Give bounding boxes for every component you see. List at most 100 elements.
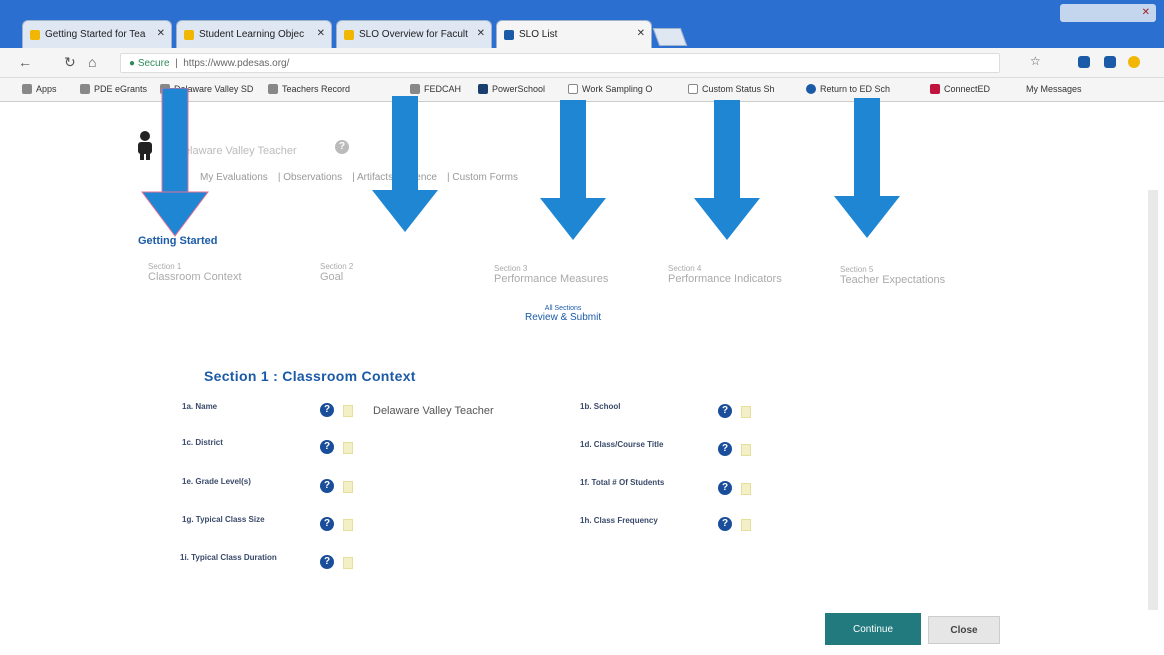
down-arrow-icon [694,100,760,240]
bookmark[interactable]: My Messages [1012,84,1082,94]
help-icon[interactable]: ? [718,481,732,495]
help-icon[interactable]: ? [320,479,334,493]
bookmark[interactable]: FEDCAH [410,84,461,94]
step-number: Section 3 [494,264,528,273]
bookmark-apps[interactable]: Apps [22,84,57,94]
browser-tab[interactable]: Getting Started for Tea ✕ [22,20,172,48]
help-icon[interactable]: ? [320,517,334,531]
bookmark-label: ConnectED [944,84,991,94]
field-value-name: Delaware Valley Teacher [373,405,494,417]
bookmark-label: Custom Status Sh [702,84,775,94]
url-field[interactable]: ● Secure | https://www.pdesas.org/ [120,53,1000,73]
subnav-item[interactable]: Observations [283,172,342,183]
edit-icon[interactable] [741,406,751,418]
step-section-2[interactable]: Section 2 Goal [320,262,353,283]
new-tab-button[interactable] [652,28,688,46]
help-icon[interactable]: ? [718,404,732,418]
bookmark-icon [268,84,278,94]
review-submit-link[interactable]: All Sections Review & Submit [525,305,601,323]
extension-icon[interactable] [1104,56,1116,68]
review-label: Review & Submit [525,312,602,323]
tab-close-icon[interactable]: ✕ [477,28,485,39]
step-section-3[interactable]: Section 3 Performance Measures [494,264,608,285]
field-label-total-students: 1f. Total # Of Students [580,478,665,487]
step-section-4[interactable]: Section 4 Performance Indicators [668,264,782,285]
tab-favicon-icon [504,30,514,40]
close-button[interactable]: Close [928,616,1000,644]
step-number: Section 2 [320,262,354,271]
bookmark[interactable]: Teachers Record [268,84,350,94]
edit-icon[interactable] [343,481,353,493]
bookmark-icon [80,84,90,94]
bookmark-icon [930,84,940,94]
bookmark[interactable]: ConnectED [930,84,990,94]
field-label-grade-levels: 1e. Grade Level(s) [182,477,251,486]
continue-button[interactable]: Continue [825,613,921,645]
browser-tab-active[interactable]: SLO List ✕ [496,20,652,48]
tab-close-icon[interactable]: ✕ [637,28,645,39]
apps-icon [22,84,32,94]
bookmark-icon [806,84,816,94]
bookmark-label: FEDCAH [424,84,462,94]
home-icon[interactable]: ⌂ [88,54,96,70]
tab-favicon-icon [344,30,354,40]
help-icon[interactable]: ? [718,442,732,456]
browser-titlebar: Getting Started for Tea ✕ Student Learni… [0,0,1164,48]
down-arrow-icon [141,88,209,237]
edit-icon[interactable] [343,442,353,454]
step-section-1[interactable]: Section 1 Classroom Context [148,262,242,283]
bookmark[interactable]: PDE eGrants [80,84,147,94]
step-number: Section 4 [668,264,702,273]
down-arrow-icon [834,98,900,238]
profile-icon[interactable] [1128,56,1140,68]
window-controls[interactable]: ✕ [1060,4,1156,22]
close-window-icon[interactable]: ✕ [1142,7,1150,18]
step-title: Classroom Context [148,271,242,283]
step-section-5[interactable]: Section 5 Teacher Expectations [840,265,945,286]
down-arrow-icon [372,96,438,232]
edit-icon[interactable] [741,519,751,531]
sub-navigation: My Evaluations| Observations| Artifacts/… [200,172,518,183]
edit-icon[interactable] [343,405,353,417]
bookmark[interactable]: Return to ED Sch [806,84,890,94]
browser-tab[interactable]: Student Learning Objec ✕ [176,20,332,48]
secure-label: Secure [137,58,170,69]
document-icon [568,84,578,94]
reload-icon[interactable]: ↻ [64,54,76,71]
tab-close-icon[interactable]: ✕ [317,28,325,39]
tab-label: SLO Overview for Facult [359,29,468,40]
address-bar: ← ↻ ⌂ ● Secure | https://www.pdesas.org/… [0,48,1164,78]
help-icon[interactable]: ? [718,517,732,531]
help-icon[interactable]: ? [320,555,334,569]
bookmark-label: My Messages [1026,84,1082,94]
back-icon[interactable]: ← [18,54,32,70]
review-small-label: All Sections [544,305,582,312]
field-label-district: 1c. District [182,438,223,447]
bookmark-label: Work Sampling O [582,84,653,94]
subnav-item[interactable]: Custom Forms [452,172,518,183]
edit-icon[interactable] [343,557,353,569]
bookmark[interactable]: Work Sampling O [568,84,652,94]
bookmark[interactable]: Custom Status Sh [688,84,775,94]
bookmark[interactable]: PowerSchool [478,84,545,94]
step-title: Performance Indicators [668,273,782,285]
field-label-class-size: 1g. Typical Class Size [182,515,265,524]
edit-icon[interactable] [343,519,353,531]
browser-tab[interactable]: SLO Overview for Facult ✕ [336,20,492,48]
edit-icon[interactable] [741,483,751,495]
scrollbar[interactable] [1148,190,1158,610]
help-icon[interactable]: ? [320,440,334,454]
step-title: Performance Measures [494,273,609,285]
extension-icon[interactable] [1078,56,1090,68]
step-number: Section 1 [148,262,182,271]
edit-icon[interactable] [741,444,751,456]
step-getting-started[interactable]: Getting Started [138,235,217,247]
star-icon[interactable]: ☆ [1030,54,1041,68]
down-arrow-icon [540,100,606,240]
step-title: Teacher Expectations [840,274,946,286]
help-icon[interactable]: ? [335,140,349,154]
subnav-item[interactable]: My Evaluations [200,172,268,183]
tab-label: Getting Started for Tea [45,29,146,40]
help-icon[interactable]: ? [320,403,334,417]
tab-close-icon[interactable]: ✕ [157,28,165,39]
